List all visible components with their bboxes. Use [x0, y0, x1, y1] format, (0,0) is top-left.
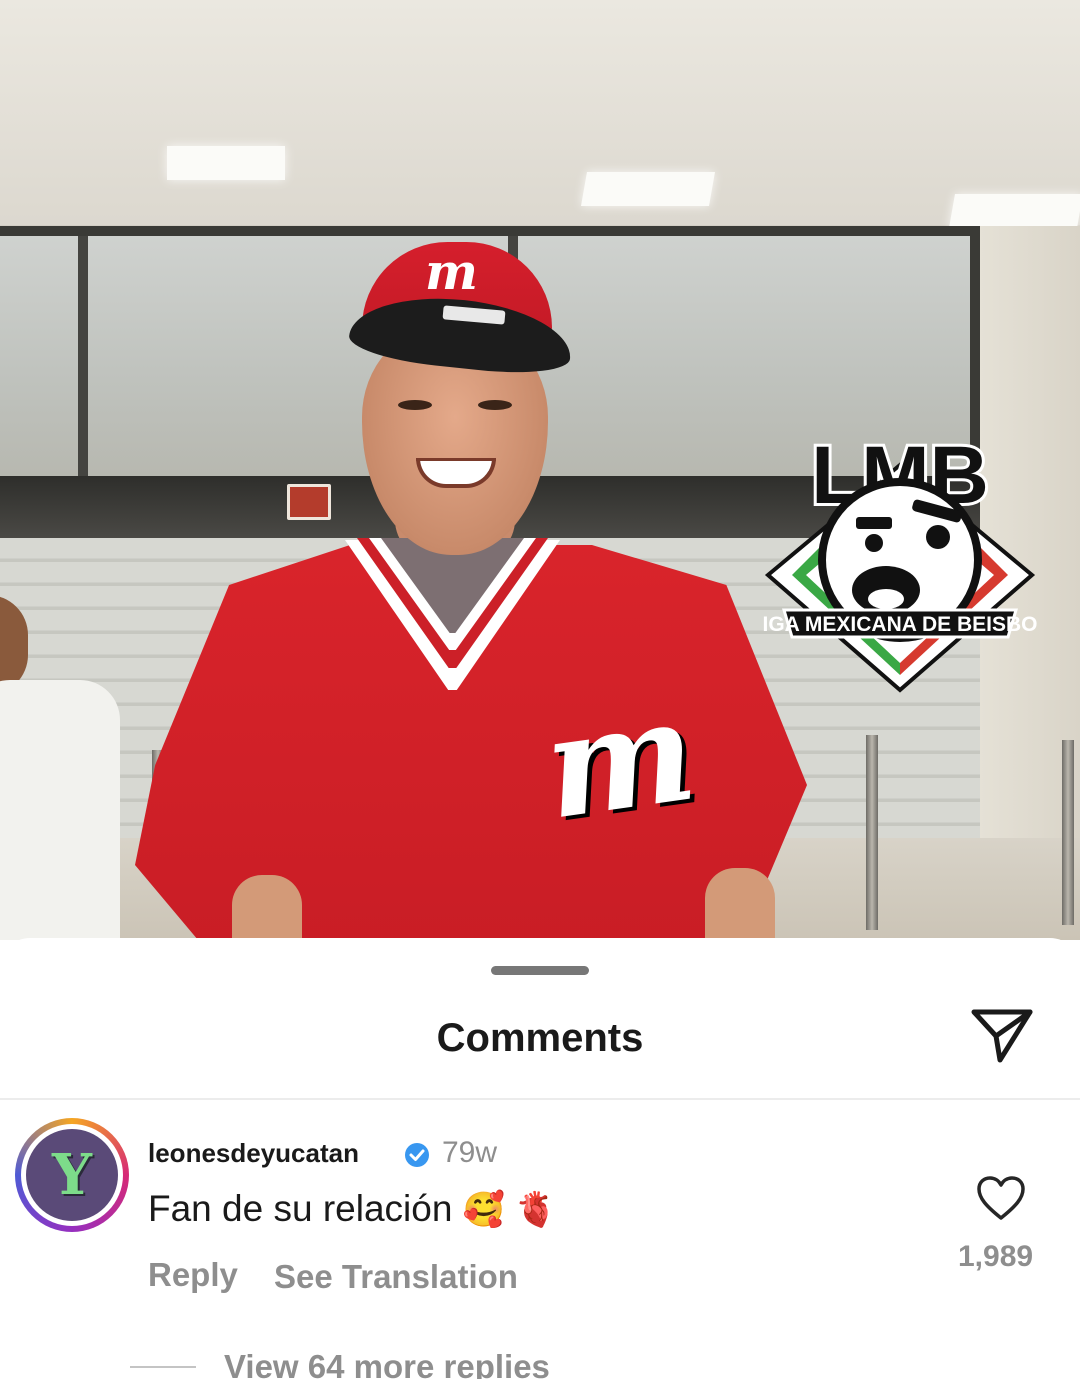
heart-icon[interactable]	[976, 1176, 1026, 1222]
ceiling	[0, 0, 1080, 225]
eye	[398, 400, 432, 410]
bollard	[1062, 740, 1074, 925]
like-count: 1,989	[958, 1240, 1034, 1273]
comments-sheet: Comments Y leonesdeyucatan 79w Fan de su…	[0, 938, 1080, 1379]
reply-button[interactable]: Reply	[148, 1256, 238, 1294]
replies-divider	[130, 1366, 196, 1368]
no-entry-sign	[287, 484, 331, 520]
thumbs-up-hand	[705, 868, 775, 940]
cap-logo: m	[425, 242, 478, 301]
comments-title: Comments	[436, 1016, 644, 1060]
avatar[interactable]: Y	[15, 1118, 129, 1232]
comment-timestamp: 79w	[442, 1136, 498, 1169]
eye	[478, 400, 512, 410]
bystander-body	[0, 680, 120, 940]
comment-text: Fan de su relación	[148, 1188, 453, 1229]
thumbs-up-hand	[232, 875, 302, 940]
header-divider	[0, 1098, 1080, 1100]
ceiling-light	[167, 146, 285, 180]
see-translation-button[interactable]: See Translation	[274, 1258, 518, 1296]
comment-emojis: 🥰 🫀	[462, 1191, 557, 1229]
send-icon[interactable]	[970, 1006, 1034, 1066]
view-replies-button[interactable]: View 64 more replies	[224, 1348, 550, 1379]
bollard	[866, 735, 878, 930]
lmb-logo: LMB LIGA MEXICANA DE BEISBOL	[762, 427, 1038, 693]
ceiling-light	[581, 172, 715, 206]
comment-body: Fan de su relación 🥰 🫀	[148, 1188, 557, 1230]
post-photo: m m LMB LIGA MEXICANA DE BEISBOL	[0, 0, 1080, 940]
comment-username[interactable]: leonesdeyucatan	[148, 1138, 359, 1169]
jersey-logo: m	[535, 668, 705, 852]
avatar-image: Y	[26, 1129, 118, 1221]
glass-post	[78, 236, 88, 476]
ceiling-light	[949, 194, 1080, 228]
drag-handle[interactable]	[491, 966, 589, 975]
lmb-logo-name: LIGA MEXICANA DE BEISBOL	[762, 613, 1038, 636]
verified-badge-icon	[405, 1143, 429, 1167]
